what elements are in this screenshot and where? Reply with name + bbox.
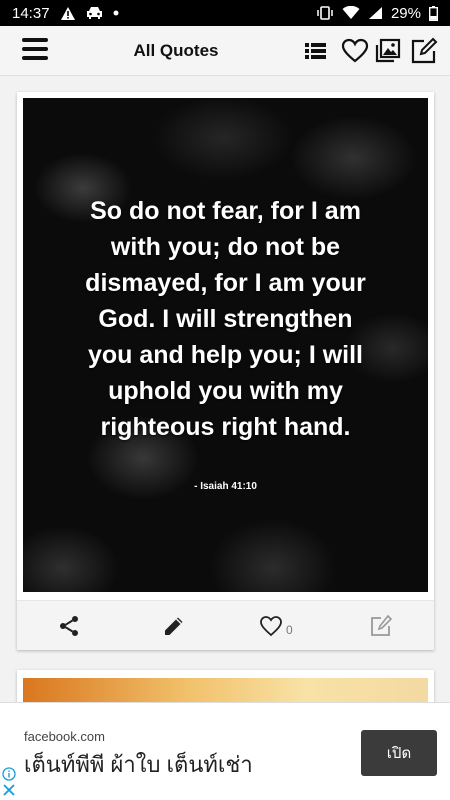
car-icon — [86, 6, 103, 20]
ad-open-button[interactable]: เปิด — [361, 730, 437, 776]
gallery-icon[interactable] — [374, 37, 402, 65]
ad-banner[interactable]: facebook.com เต็นท์พีพี ผ้าใบ เต็นท์เช่า… — [0, 702, 450, 800]
list-icon[interactable] — [302, 37, 330, 65]
status-time: 14:37 — [12, 4, 50, 22]
page-title: All Quotes — [133, 40, 219, 60]
like-count: 0 — [286, 623, 293, 637]
ad-headline: เต็นท์พีพี ผ้าใบ เต็นท์เช่า — [24, 752, 253, 777]
app-bar: All Quotes — [0, 26, 450, 76]
battery-icon — [429, 5, 438, 21]
heart-icon[interactable] — [341, 37, 369, 65]
info-icon[interactable] — [2, 767, 16, 781]
edit-square-icon[interactable] — [369, 614, 393, 643]
ad-domain: facebook.com — [24, 729, 105, 744]
status-bar: 14:37 29% — [0, 0, 450, 26]
heart-outline-icon[interactable] — [259, 614, 283, 643]
quote-text: So do not fear, for I am with you; do no… — [85, 197, 366, 441]
pencil-icon[interactable] — [162, 614, 186, 643]
wifi-icon — [342, 6, 360, 20]
quote-card: So do not fear, for I am with you; do no… — [17, 92, 434, 650]
card-actions: 0 — [17, 600, 434, 650]
dot-icon — [113, 10, 119, 16]
edit-icon[interactable] — [410, 37, 438, 65]
signal-icon — [368, 6, 383, 20]
quote-reference: - Isaiah 41:10 — [194, 481, 257, 492]
vibrate-icon — [316, 6, 334, 20]
battery-percent: 29% — [390, 4, 421, 22]
close-icon[interactable] — [2, 783, 16, 797]
warning-icon — [60, 6, 76, 21]
share-icon[interactable] — [57, 614, 81, 643]
quote-image[interactable]: So do not fear, for I am with you; do no… — [23, 98, 428, 592]
